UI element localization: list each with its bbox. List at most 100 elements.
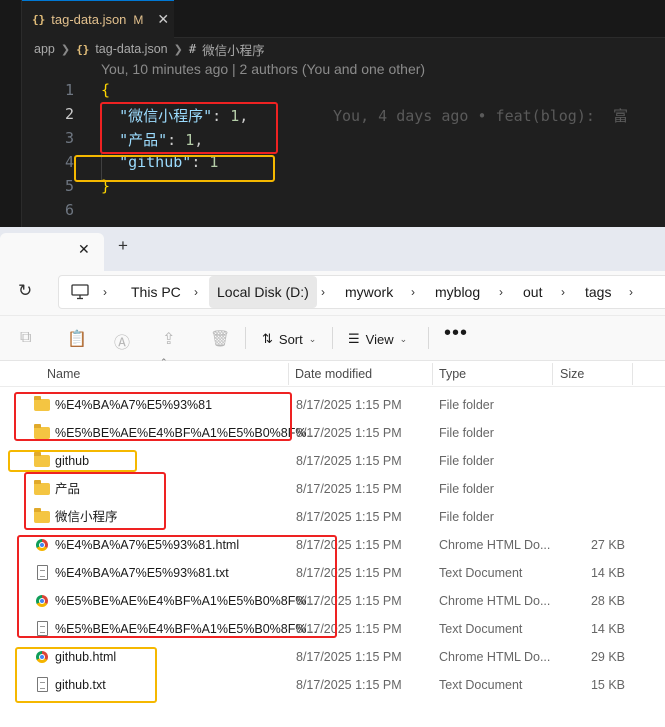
- chevron-down-icon: ⌄: [399, 333, 408, 344]
- explorer-tab[interactable]: ✕: [0, 233, 104, 271]
- address-segment[interactable]: myblog: [435, 276, 480, 308]
- date-modified: 8/17/2025 1:15 PM: [296, 398, 402, 412]
- file-size: 15 KB: [590, 678, 625, 692]
- refresh-icon[interactable]: ↻: [18, 281, 32, 301]
- file-explorer: ✕ + ↻ › This PC › Local Disk (D:) › mywo…: [0, 227, 665, 727]
- line-number: 2: [64, 105, 74, 123]
- view-button[interactable]: ☰ View ⌄: [348, 328, 407, 350]
- column-header-date[interactable]: Date modified: [295, 361, 372, 387]
- line-number: 3: [64, 129, 74, 147]
- line-number: 1: [64, 81, 74, 99]
- close-icon[interactable]: ✕: [157, 11, 169, 28]
- more-options-button[interactable]: •••: [444, 322, 468, 345]
- share-icon[interactable]: ⇪: [162, 329, 175, 349]
- file-type: File folder: [439, 510, 494, 524]
- address-bar[interactable]: › This PC › Local Disk (D:) › mywork › m…: [58, 275, 665, 309]
- divider: [245, 327, 246, 349]
- chevron-right-icon[interactable]: ›: [321, 276, 325, 308]
- highlight-box-red: [14, 392, 292, 441]
- highlight-box-yellow: [15, 647, 157, 703]
- sort-label: Sort: [278, 331, 303, 347]
- file-size: 14 KB: [590, 566, 625, 580]
- highlight-box-yellow: [74, 155, 275, 182]
- chevron-right-icon[interactable]: ›: [561, 276, 565, 308]
- highlight-box-red: [100, 102, 278, 154]
- chevron-right-icon[interactable]: ›: [629, 276, 633, 308]
- file-type: File folder: [439, 482, 494, 496]
- explorer-tab-bar: ✕ +: [0, 227, 665, 271]
- code-line: 1 {: [0, 81, 665, 105]
- chevron-right-icon[interactable]: ›: [499, 276, 503, 308]
- column-header-name[interactable]: Name: [47, 361, 80, 387]
- json-braces-icon: {}: [32, 13, 46, 26]
- column-divider[interactable]: [288, 363, 289, 385]
- file-type: File folder: [439, 426, 494, 440]
- computer-icon: [71, 284, 89, 300]
- line-number: 4: [64, 153, 74, 171]
- open-brace: {: [101, 81, 111, 99]
- file-type: Chrome HTML Do...: [439, 650, 551, 664]
- address-segment[interactable]: tags: [585, 276, 611, 308]
- file-type: Text Document: [439, 622, 523, 636]
- date-modified: 8/17/2025 1:15 PM: [296, 510, 402, 524]
- file-list: ⌃ Name Date modified Type Size %E4%BA%A7…: [0, 357, 665, 727]
- chevron-right-icon: ❯: [60, 43, 71, 56]
- new-tab-button[interactable]: +: [118, 236, 128, 256]
- column-divider[interactable]: [552, 363, 553, 385]
- view-label: View: [365, 331, 394, 347]
- modified-badge: M: [133, 12, 144, 27]
- file-type: Chrome HTML Do...: [439, 594, 551, 608]
- file-size: 28 KB: [590, 594, 625, 608]
- code-line: 6: [0, 201, 665, 225]
- column-divider[interactable]: [432, 363, 433, 385]
- chevron-right-icon[interactable]: ›: [103, 276, 107, 308]
- breadcrumb-file[interactable]: tag-data.json: [95, 42, 167, 56]
- date-modified: 8/17/2025 1:15 PM: [296, 482, 402, 496]
- breadcrumb-root[interactable]: app: [34, 42, 55, 56]
- address-segment[interactable]: mywork: [345, 276, 393, 308]
- copy-icon[interactable]: ⧉: [20, 329, 31, 347]
- address-segment[interactable]: out: [523, 276, 542, 308]
- file-size: 29 KB: [590, 650, 625, 664]
- tab-label: tag-data.json: [51, 12, 127, 27]
- editor-tab-bar: {} tag-data.json M ✕: [22, 0, 665, 38]
- sort-up-icon: ⌃: [160, 357, 168, 367]
- git-codelens[interactable]: You, 10 minutes ago | 2 authors (You and…: [101, 61, 425, 77]
- file-size: 27 KB: [590, 538, 625, 552]
- column-header-size[interactable]: Size: [560, 361, 584, 387]
- close-icon[interactable]: ✕: [78, 241, 90, 258]
- inline-blame: You, 4 days ago • feat(blog): 富: [333, 107, 628, 125]
- line-number: 5: [64, 177, 74, 195]
- view-icon: ☰: [348, 331, 360, 346]
- divider: [332, 327, 333, 349]
- line-content: {: [101, 81, 110, 99]
- rename-icon[interactable]: Ⓐ: [114, 329, 130, 353]
- column-header-type[interactable]: Type: [439, 361, 466, 387]
- divider: [428, 327, 429, 349]
- sort-icon: ⇅: [262, 331, 273, 346]
- date-modified: 8/17/2025 1:15 PM: [296, 650, 402, 664]
- breadcrumb: app ❯ {} tag-data.json ❯ # 微信小程序: [34, 38, 265, 60]
- highlight-box-red: [17, 535, 337, 638]
- column-header-row: ⌃ Name Date modified Type Size: [0, 357, 665, 387]
- file-type: Text Document: [439, 566, 523, 580]
- line-number: 6: [64, 201, 74, 219]
- delete-icon[interactable]: 🗑: [210, 329, 230, 349]
- address-segment[interactable]: This PC: [131, 276, 181, 308]
- chevron-right-icon[interactable]: ›: [194, 276, 198, 308]
- chevron-right-icon: ❯: [173, 43, 183, 56]
- date-modified: 8/17/2025 1:15 PM: [296, 454, 402, 468]
- highlight-box-yellow: [8, 450, 137, 472]
- date-modified: 8/17/2025 1:15 PM: [296, 426, 402, 440]
- code-editor: {} tag-data.json M ✕ app ❯ {} tag-data.j…: [0, 0, 665, 227]
- file-type: File folder: [439, 398, 494, 412]
- sort-button[interactable]: ⇅ Sort ⌄: [262, 328, 316, 350]
- json-braces-icon: {}: [76, 42, 90, 56]
- breadcrumb-symbol[interactable]: 微信小程序: [202, 40, 265, 59]
- address-segment[interactable]: Local Disk (D:): [209, 276, 317, 308]
- chevron-right-icon[interactable]: ›: [411, 276, 415, 308]
- paste-icon[interactable]: 📋: [67, 329, 87, 349]
- column-divider[interactable]: [632, 363, 633, 385]
- tab-tag-data-json[interactable]: {} tag-data.json M ✕: [22, 0, 174, 38]
- file-type: Chrome HTML Do...: [439, 538, 551, 552]
